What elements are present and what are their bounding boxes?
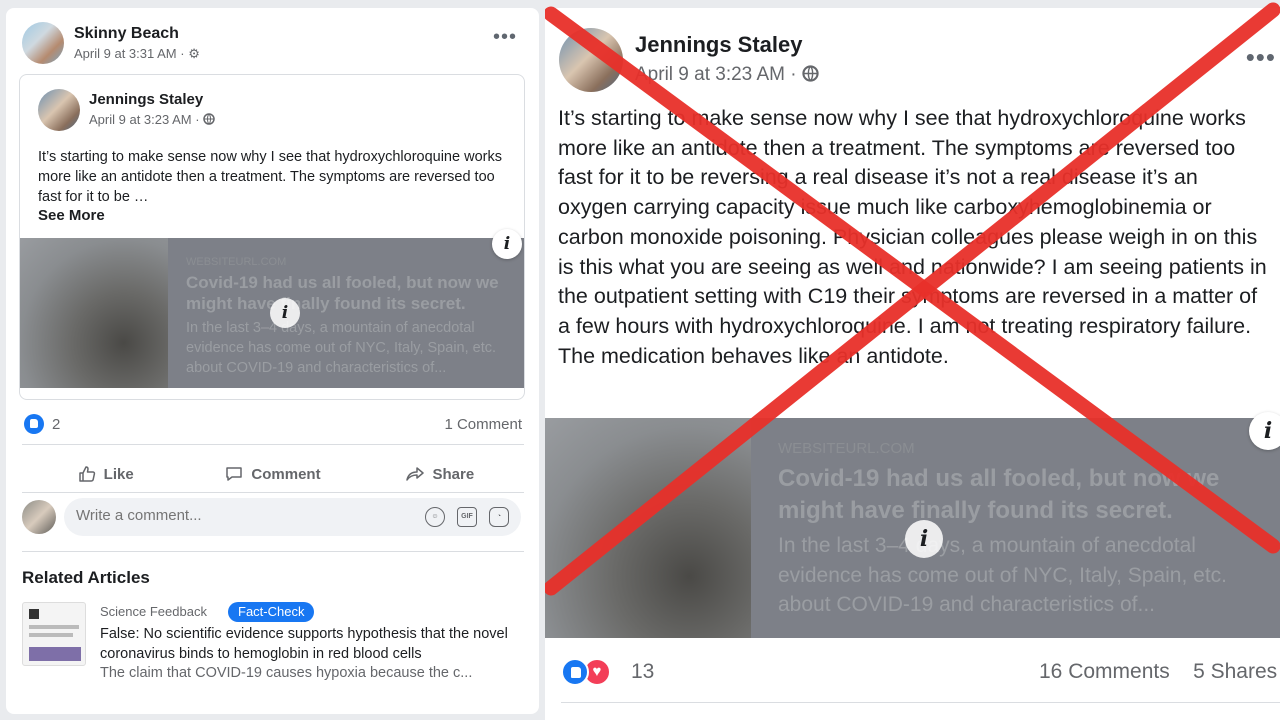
comment-count[interactable]: 1 Comment — [444, 416, 522, 433]
post-meta: April 9 at 3:31 AM · ⚙ — [74, 46, 200, 61]
author-name[interactable]: Jennings Staley — [89, 91, 203, 108]
link-preview[interactable]: WEBSITEURL.COM Covid-19 had us all foole… — [20, 238, 524, 388]
right-post-card: Jennings Staley April 9 at 3:23 AM · •••… — [545, 8, 1280, 720]
like-button[interactable]: Like — [22, 454, 189, 494]
timestamp[interactable]: April 9 at 3:31 AM — [74, 46, 177, 61]
left-post-card: Skinny Beach April 9 at 3:31 AM · ⚙ ••• … — [6, 8, 539, 714]
share-arrow-icon — [406, 467, 425, 481]
avatar[interactable] — [22, 22, 64, 64]
related-article[interactable]: Science Feedback Fact-Check False: No sc… — [22, 602, 525, 681]
gif-icon[interactable]: GIF — [457, 507, 477, 527]
timestamp[interactable]: April 9 at 3:23 AM — [635, 64, 785, 85]
avatar[interactable] — [38, 89, 80, 131]
avatar[interactable] — [559, 28, 623, 92]
comment-label: Comment — [251, 465, 321, 483]
preview-title: Covid-19 had us all fooled, but now we m… — [186, 273, 499, 313]
share-label: Share — [432, 465, 475, 483]
link-preview[interactable]: WEBSITEURL.COM Covid-19 had us all foole… — [545, 418, 1280, 638]
preview-image — [20, 238, 168, 388]
share-button[interactable]: Share — [357, 454, 524, 494]
info-icon[interactable]: i — [905, 520, 943, 558]
comment-button[interactable]: Comment — [189, 454, 356, 494]
reaction-count[interactable]: 13 — [631, 660, 654, 684]
related-articles-title: Related Articles — [22, 568, 150, 587]
divider — [22, 492, 524, 493]
reactions-row: ♥ 13 16 Comments 5 Shares — [561, 656, 1280, 688]
comment-icon — [226, 467, 243, 481]
preview-domain: WEBSITEURL.COM — [186, 256, 287, 268]
like-reaction-icon[interactable] — [561, 658, 589, 686]
avatar[interactable] — [22, 500, 56, 534]
thumbs-up-icon — [78, 466, 95, 482]
article-source: Science Feedback — [100, 604, 207, 619]
gear-icon: ⚙ — [188, 46, 200, 61]
share-count[interactable]: 5 Shares — [1193, 660, 1277, 683]
preview-image — [545, 418, 751, 638]
globe-icon — [802, 65, 819, 82]
reaction-count[interactable]: 2 — [52, 416, 60, 433]
shared-post[interactable]: Jennings Staley April 9 at 3:23 AM · It’… — [19, 74, 525, 400]
timestamp[interactable]: April 9 at 3:23 AM — [89, 112, 192, 127]
author-name[interactable]: Jennings Staley — [635, 32, 803, 58]
info-button[interactable]: i — [492, 229, 522, 259]
post-meta: April 9 at 3:23 AM · — [635, 64, 819, 86]
like-reaction-icon[interactable] — [24, 414, 44, 434]
comment-box[interactable]: ☺ GIF ◔ — [64, 498, 521, 536]
sticker-icon[interactable]: ◔ — [489, 507, 509, 527]
reactions-row: 2 1 Comment — [24, 412, 522, 436]
preview-description: In the last 3–4 days, a mountain of anec… — [778, 534, 1228, 616]
info-icon[interactable]: i — [270, 298, 300, 328]
globe-icon — [203, 113, 215, 125]
divider — [22, 444, 524, 445]
post-text: It’s starting to make sense now why I se… — [558, 106, 1267, 368]
article-thumbnail[interactable] — [22, 602, 86, 666]
article-snippet: The claim that COVID-19 causes hypoxia b… — [100, 665, 473, 681]
see-more-link[interactable]: See More — [38, 207, 105, 224]
fact-check-badge: Fact-Check — [228, 602, 315, 622]
info-button[interactable]: i — [1249, 412, 1280, 450]
like-label: Like — [103, 465, 134, 483]
author-name[interactable]: Skinny Beach — [74, 25, 179, 43]
emoji-icon[interactable]: ☺ — [425, 507, 445, 527]
post-header: Skinny Beach April 9 at 3:31 AM · ⚙ — [22, 22, 522, 70]
comment-input[interactable] — [76, 507, 406, 524]
more-options-button[interactable]: ••• — [493, 27, 517, 47]
comment-count[interactable]: 16 Comments — [1039, 660, 1170, 683]
action-bar: Like Comment Share — [22, 454, 524, 494]
post-meta: April 9 at 3:23 AM · — [89, 112, 215, 127]
preview-domain: WEBSITEURL.COM — [778, 440, 915, 457]
divider — [22, 551, 524, 552]
post-text: It’s starting to make sense now why I se… — [38, 149, 502, 205]
more-options-button[interactable]: ••• — [1246, 44, 1276, 70]
article-headline[interactable]: False: No scientific evidence supports h… — [100, 624, 525, 664]
preview-description: In the last 3–4 days, a mountain of anec… — [186, 320, 497, 376]
preview-title: Covid-19 had us all fooled, but now we m… — [778, 465, 1220, 524]
divider — [561, 702, 1280, 703]
comment-composer: ☺ GIF ◔ — [22, 498, 524, 538]
